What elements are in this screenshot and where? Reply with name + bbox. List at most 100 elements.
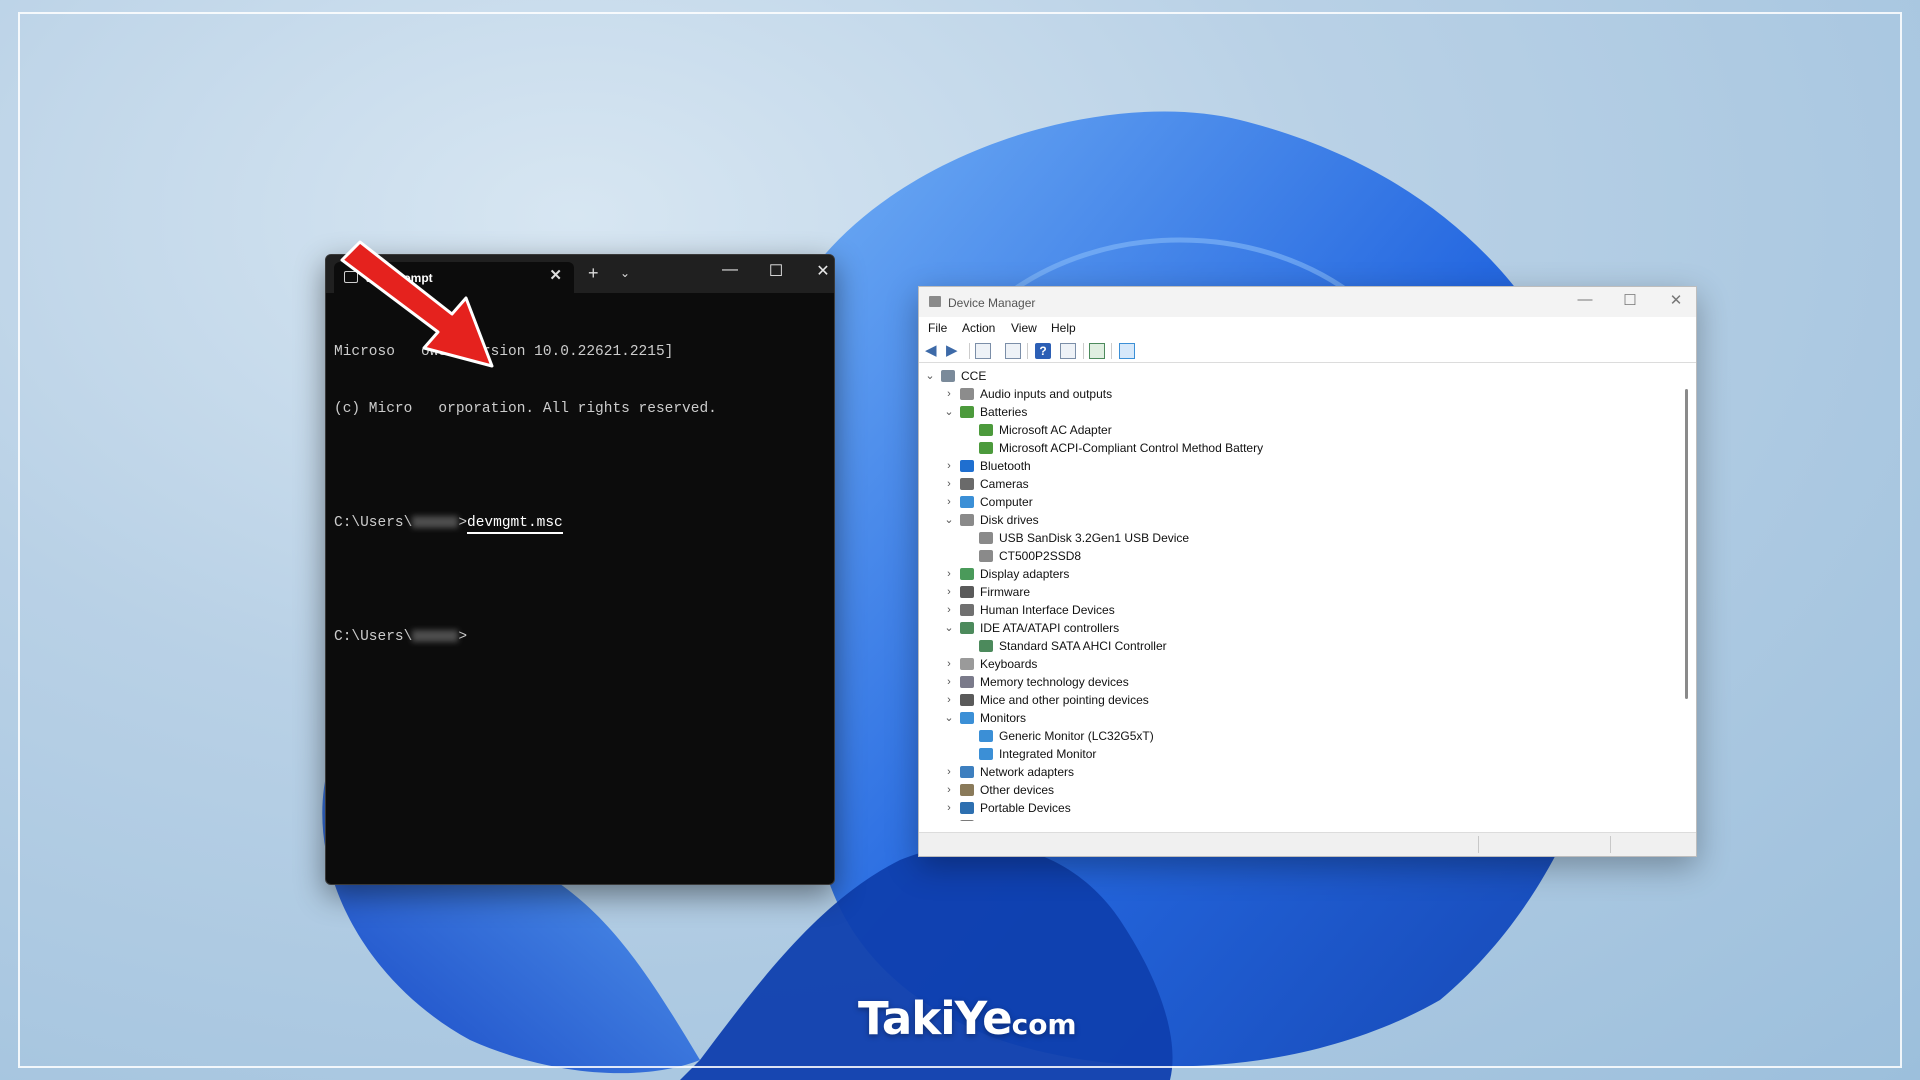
tree-category[interactable]: › Cameras	[923, 475, 1683, 493]
chevron-right-icon[interactable]: ›	[942, 583, 956, 601]
show-hide-console-tree-icon[interactable]	[975, 343, 991, 359]
chevron-down-icon[interactable]: ⌄	[942, 619, 956, 637]
tree-device[interactable]: Integrated Monitor	[923, 745, 1683, 763]
chevron-down-icon[interactable]: ⌄	[923, 367, 937, 385]
chevron-right-icon[interactable]: ›	[942, 817, 956, 821]
tree-item-label: USB SanDisk 3.2Gen1 USB Device	[999, 531, 1190, 545]
tree-item-label: Firmware	[980, 585, 1030, 599]
new-tab-button[interactable]: +	[588, 264, 599, 282]
tree-item-label: Bluetooth	[980, 459, 1031, 473]
tree-category[interactable]: ⌄ Disk drives	[923, 511, 1683, 529]
red-arrow-annotation	[340, 240, 494, 368]
chevron-right-icon[interactable]: ›	[942, 601, 956, 619]
menu-file[interactable]: File	[928, 321, 947, 335]
back-arrow-icon[interactable]: ◀	[925, 343, 941, 359]
close-tab-icon[interactable]: ✕	[549, 268, 562, 284]
chevron-down-icon[interactable]: ⌄	[942, 403, 956, 421]
tree-category[interactable]: › Display adapters	[923, 565, 1683, 583]
chevron-right-icon[interactable]: ›	[942, 691, 956, 709]
close-button[interactable]: ✕	[808, 261, 834, 281]
network-icon	[960, 766, 974, 778]
maximize-button[interactable]: ☐	[761, 261, 791, 281]
tree-category[interactable]: › Portable Devices	[923, 799, 1683, 817]
tree-item-label: Standard SATA AHCI Controller	[999, 639, 1167, 653]
tree-item-label: Mice and other pointing devices	[980, 693, 1149, 707]
menu-help[interactable]: Help	[1051, 321, 1076, 335]
tree-category[interactable]: ⌄ Batteries	[923, 403, 1683, 421]
forward-arrow-icon[interactable]: ▶	[946, 343, 962, 359]
toolbar: ◀ ▶ ?	[919, 339, 1696, 363]
dm-titlebar[interactable]: Device Manager — ☐ ✕	[919, 287, 1696, 317]
chevron-right-icon[interactable]: ›	[942, 799, 956, 817]
tree-category[interactable]: ⌄ Monitors	[923, 709, 1683, 727]
logo-main: TakiYe	[858, 992, 1013, 1045]
minimize-button[interactable]: —	[1570, 291, 1600, 308]
tree-device[interactable]: Generic Monitor (LC32G5xT)	[923, 727, 1683, 745]
tree-category[interactable]: › Bluetooth	[923, 457, 1683, 475]
vertical-scrollbar[interactable]	[1685, 389, 1688, 699]
takiye-logo: TakiYecom	[858, 992, 1077, 1045]
minimize-button[interactable]: —	[715, 261, 745, 279]
prompt-path: C:\Users\	[334, 629, 413, 645]
tree-device[interactable]: CT500P2SSD8	[923, 547, 1683, 565]
port-icon	[960, 820, 974, 821]
tree-category[interactable]: › Audio inputs and outputs	[923, 385, 1683, 403]
chevron-down-icon[interactable]: ⌄	[942, 709, 956, 727]
chevron-right-icon[interactable]: ›	[942, 493, 956, 511]
tree-category[interactable]: ⌄ IDE ATA/ATAPI controllers	[923, 619, 1683, 637]
chevron-right-icon[interactable]: ›	[942, 781, 956, 799]
tree-category[interactable]: › Keyboards	[923, 655, 1683, 673]
tree-category[interactable]: › Mice and other pointing devices	[923, 691, 1683, 709]
tree-root[interactable]: ⌄ CCE	[923, 367, 1683, 385]
tree-category[interactable]: › Network adapters	[923, 763, 1683, 781]
menu-action[interactable]: Action	[962, 321, 995, 335]
device-manager-window[interactable]: Device Manager — ☐ ✕ File Action View He…	[918, 286, 1697, 857]
chevron-right-icon[interactable]: ›	[942, 457, 956, 475]
tree-device[interactable]: USB SanDisk 3.2Gen1 USB Device	[923, 529, 1683, 547]
tree-item-label: Audio inputs and outputs	[980, 387, 1113, 401]
disk-icon	[979, 532, 993, 544]
tree-category[interactable]: › Computer	[923, 493, 1683, 511]
tree-item-label: Portable Devices	[980, 801, 1071, 815]
chevron-down-icon[interactable]: ⌄	[942, 511, 956, 529]
tree-item-label: Human Interface Devices	[980, 603, 1115, 617]
chevron-right-icon[interactable]: ›	[942, 475, 956, 493]
portable-device-icon	[960, 802, 974, 814]
tree-device[interactable]: Standard SATA AHCI Controller	[923, 637, 1683, 655]
tree-category[interactable]: › Memory technology devices	[923, 673, 1683, 691]
disk-icon	[960, 514, 974, 526]
prompt-symbol: >	[458, 515, 468, 531]
tree-item-label: CCE	[961, 369, 987, 383]
window-title: Device Manager	[948, 296, 1036, 310]
tree-category[interactable]: › Firmware	[923, 583, 1683, 601]
monitor-icon[interactable]	[1119, 343, 1135, 359]
tree-item-label: Ports (COM & LPT)	[980, 817, 1084, 821]
tree-category[interactable]: › Human Interface Devices	[923, 601, 1683, 619]
console-prompt-line: C:\Users\ >	[334, 628, 826, 647]
tree-item-label: Keyboards	[980, 657, 1038, 671]
update-driver-icon[interactable]	[1060, 343, 1076, 359]
chevron-down-icon[interactable]: ⌄	[620, 266, 630, 280]
chevron-right-icon[interactable]: ›	[942, 763, 956, 781]
mouse-icon	[960, 694, 974, 706]
help-icon[interactable]: ?	[1035, 343, 1051, 359]
tree-device[interactable]: Microsoft ACPI-Compliant Control Method …	[923, 439, 1683, 457]
close-button[interactable]: ✕	[1661, 291, 1691, 309]
properties-icon[interactable]	[1005, 343, 1021, 359]
chevron-right-icon[interactable]: ›	[942, 385, 956, 403]
tree-category[interactable]: › Ports (COM & LPT)	[923, 817, 1683, 821]
prompt-path: C:\Users\	[334, 515, 413, 531]
chevron-right-icon[interactable]: ›	[942, 565, 956, 583]
maximize-button[interactable]: ☐	[1615, 291, 1645, 309]
chevron-right-icon[interactable]: ›	[942, 673, 956, 691]
logo-suffix: com	[1011, 1008, 1077, 1041]
tree-category[interactable]: › Other devices	[923, 781, 1683, 799]
tree-device[interactable]: Microsoft AC Adapter	[923, 421, 1683, 439]
monitor-icon	[960, 712, 974, 724]
monitor-icon	[979, 748, 993, 760]
chevron-right-icon[interactable]: ›	[942, 655, 956, 673]
menu-view[interactable]: View	[1011, 321, 1037, 335]
scan-hardware-icon[interactable]	[1089, 343, 1105, 359]
keyboard-icon	[960, 658, 974, 670]
device-tree[interactable]: ⌄ CCE › Audio inputs and outputs ⌄ Batteries M…	[923, 367, 1683, 821]
